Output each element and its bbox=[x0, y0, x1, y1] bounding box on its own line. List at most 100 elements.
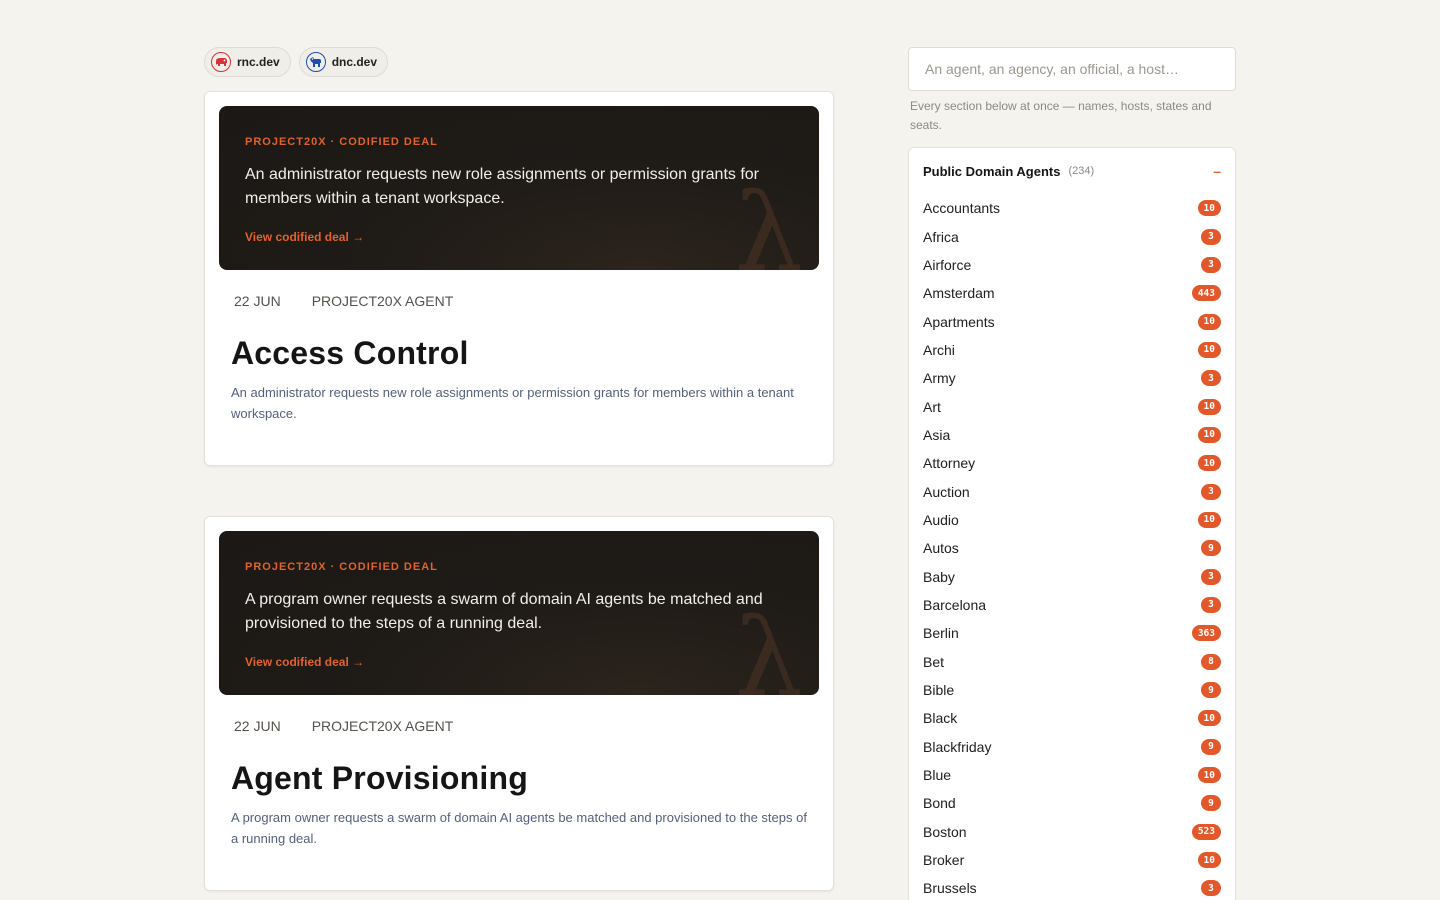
agent-name: Apartments bbox=[923, 313, 995, 330]
agent-count-badge: 9 bbox=[1201, 795, 1221, 812]
agent-list-item[interactable]: Boston 523 bbox=[923, 818, 1221, 846]
agent-list-item[interactable]: Apartments 10 bbox=[923, 307, 1221, 335]
agent-count-badge: 443 bbox=[1191, 285, 1221, 302]
agent-list-item[interactable]: Bible 9 bbox=[923, 676, 1221, 704]
agent-name: Bible bbox=[923, 682, 955, 699]
panel-header: Public Domain Agents (234) – bbox=[923, 162, 1221, 180]
agent-list-item[interactable]: Accountants 10 bbox=[923, 194, 1221, 222]
donkey-icon bbox=[305, 52, 326, 72]
agent-count-badge: 10 bbox=[1197, 852, 1221, 869]
agent-list-item[interactable]: Blue 10 bbox=[923, 761, 1221, 789]
agent-list-item[interactable]: Archi 10 bbox=[923, 336, 1221, 364]
agent-count-badge: 10 bbox=[1197, 341, 1221, 358]
agent-name: Accountants bbox=[923, 200, 1001, 217]
agent-list-item[interactable]: Attorney 10 bbox=[923, 449, 1221, 477]
agent-list-item[interactable]: Bond 9 bbox=[923, 789, 1221, 817]
agent-name: Audio bbox=[923, 511, 959, 528]
panel-title: Public Domain Agents bbox=[923, 163, 1061, 179]
agent-name: Brussels bbox=[923, 880, 977, 897]
agent-name: Black bbox=[923, 710, 958, 727]
deal-summary: A program owner requests a swarm of doma… bbox=[245, 591, 763, 632]
site-switcher: rnc.dev dnc.dev bbox=[204, 47, 389, 77]
agent-count-badge: 10 bbox=[1197, 710, 1221, 727]
agent-count-badge: 8 bbox=[1201, 653, 1221, 670]
agent-count-badge: 10 bbox=[1197, 313, 1221, 330]
agent-name: Baby bbox=[923, 568, 955, 585]
agent-list: Accountants 10 Africa 3 Airforce 3 Amsterdam 44… bbox=[923, 194, 1221, 900]
deal-description: An administrator requests new role assig… bbox=[231, 385, 794, 421]
elephant-icon bbox=[211, 52, 231, 72]
rnc-site-pill[interactable]: rnc.dev bbox=[204, 47, 291, 77]
agent-list-item[interactable]: Africa 3 bbox=[923, 222, 1221, 250]
agent-list-item[interactable]: Blackfriday 9 bbox=[923, 733, 1221, 761]
agent-name: Asia bbox=[923, 426, 951, 443]
deal-title[interactable]: Access Control bbox=[231, 335, 469, 372]
agent-name: Berlin bbox=[923, 625, 959, 642]
agent-list-item[interactable]: Bet 8 bbox=[923, 648, 1221, 676]
search-input[interactable] bbox=[908, 47, 1236, 91]
deal-title[interactable]: Agent Provisioning bbox=[231, 760, 528, 797]
agent-list-item[interactable]: Army 3 bbox=[923, 364, 1221, 392]
agent-list-item[interactable]: Airforce 3 bbox=[923, 251, 1221, 279]
rnc-site-label: rnc.dev bbox=[237, 55, 280, 69]
deal-summary: An administrator requests new role assig… bbox=[245, 166, 759, 207]
deal-eyebrow: PROJECT20X · CODIFIED DEAL bbox=[245, 136, 438, 148]
agent-name: Blue bbox=[923, 767, 952, 784]
agent-name: Autos bbox=[923, 540, 959, 557]
agent-count-badge: 3 bbox=[1201, 880, 1221, 897]
public-domain-agents-panel: Public Domain Agents (234) – Accountants… bbox=[908, 147, 1236, 900]
agent-count-badge: 3 bbox=[1201, 568, 1221, 585]
agent-count-badge: 3 bbox=[1201, 596, 1221, 613]
agent-list-item[interactable]: Broker 10 bbox=[923, 846, 1221, 874]
agent-name: Airforce bbox=[923, 256, 972, 273]
agent-name: Africa bbox=[923, 228, 959, 245]
deal-meta: 22 JUN PROJECT20X AGENT bbox=[234, 718, 453, 734]
view-codified-deal-link[interactable]: View codified deal → bbox=[245, 230, 364, 244]
dnc-site-pill[interactable]: dnc.dev bbox=[298, 47, 389, 77]
deal-hero-banner[interactable]: λ PROJECT20X · CODIFIED DEAL An administ… bbox=[219, 106, 819, 270]
agent-count-badge: 10 bbox=[1197, 426, 1221, 443]
agent-list-item[interactable]: Brussels 3 bbox=[923, 874, 1221, 900]
agent-count-badge: 10 bbox=[1197, 398, 1221, 415]
panel-count: (234) bbox=[1068, 165, 1095, 177]
agent-name: Archi bbox=[923, 341, 955, 358]
agent-list-item[interactable]: Auction 3 bbox=[923, 477, 1221, 505]
deal-eyebrow: PROJECT20X · CODIFIED DEAL bbox=[245, 561, 438, 573]
deal-description: A program owner requests a swarm of doma… bbox=[231, 810, 807, 846]
agent-name: Bet bbox=[923, 653, 945, 670]
agent-list-item[interactable]: Amsterdam 443 bbox=[923, 279, 1221, 307]
agent-name: Attorney bbox=[923, 455, 976, 472]
agent-name: Broker bbox=[923, 852, 965, 869]
collapse-button[interactable]: – bbox=[1213, 164, 1221, 178]
agent-list-item[interactable]: Asia 10 bbox=[923, 421, 1221, 449]
view-codified-deal-link[interactable]: View codified deal → bbox=[245, 655, 364, 669]
dnc-site-label: dnc.dev bbox=[331, 55, 378, 69]
agent-list-item[interactable]: Art 10 bbox=[923, 392, 1221, 420]
agent-list-item[interactable]: Autos 9 bbox=[923, 534, 1221, 562]
agent-count-badge: 10 bbox=[1197, 200, 1221, 217]
agent-list-item[interactable]: Barcelona 3 bbox=[923, 591, 1221, 619]
agent-list-item[interactable]: Audio 10 bbox=[923, 506, 1221, 534]
agent-count-badge: 9 bbox=[1201, 540, 1221, 557]
deal-card: λ PROJECT20X · CODIFIED DEAL An administ… bbox=[204, 91, 834, 466]
agent-name: Army bbox=[923, 370, 956, 387]
agent-count-badge: 9 bbox=[1201, 738, 1221, 755]
agent-count-badge: 10 bbox=[1197, 511, 1221, 528]
deal-hero-banner[interactable]: λ PROJECT20X · CODIFIED DEAL A program o… bbox=[219, 531, 819, 695]
agent-name: Blackfriday bbox=[923, 738, 992, 755]
agent-count-badge: 10 bbox=[1197, 767, 1221, 784]
agent-count-badge: 363 bbox=[1191, 625, 1221, 642]
agent-list-item[interactable]: Black 10 bbox=[923, 704, 1221, 732]
agent-list-item[interactable]: Berlin 363 bbox=[923, 619, 1221, 647]
deal-author: PROJECT20X AGENT bbox=[311, 293, 454, 309]
agent-count-badge: 523 bbox=[1191, 823, 1221, 840]
agent-count-badge: 3 bbox=[1201, 483, 1221, 500]
agent-count-badge: 3 bbox=[1201, 228, 1221, 245]
deal-meta: 22 JUN PROJECT20X AGENT bbox=[234, 293, 453, 309]
agent-list-item[interactable]: Baby 3 bbox=[923, 562, 1221, 590]
agent-count-badge: 3 bbox=[1201, 370, 1221, 387]
deal-date: 22 JUN bbox=[234, 718, 281, 734]
deal-author: PROJECT20X AGENT bbox=[311, 718, 454, 734]
agent-name: Bond bbox=[923, 795, 956, 812]
agent-name: Art bbox=[923, 398, 941, 415]
